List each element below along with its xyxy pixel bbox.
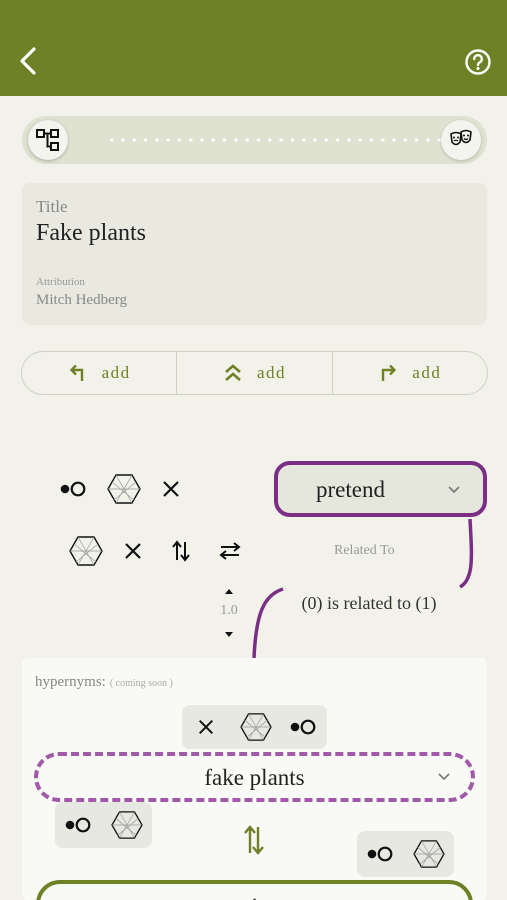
close-icon[interactable] xyxy=(161,479,181,499)
attribution-value[interactable]: Mitch Hedberg xyxy=(36,292,127,309)
hypernym-term-value: fake plants xyxy=(204,765,305,790)
chevron-left-icon xyxy=(20,47,36,75)
hypernyms-title: hypernyms: xyxy=(35,674,106,690)
hexagon-mesh-icon[interactable] xyxy=(107,473,141,505)
add-child-button[interactable]: add xyxy=(331,352,487,394)
term-toolbar-left xyxy=(55,802,152,848)
add-above-button[interactable]: add xyxy=(176,352,331,394)
relation-select-value: pretend xyxy=(316,477,385,502)
swap-horizontal-icon[interactable] xyxy=(218,540,242,562)
hexagon-mesh-icon[interactable] xyxy=(240,712,272,742)
progress-track[interactable] xyxy=(22,116,487,164)
help-button[interactable] xyxy=(464,48,492,76)
connector-lines xyxy=(252,518,474,659)
theater-masks-icon xyxy=(450,129,472,146)
swap-vertical-icon[interactable] xyxy=(170,539,192,563)
quote-card: Title Fake plants Attribution Mitch Hedb… xyxy=(22,183,487,325)
relation-description: (0) is related to (1) xyxy=(301,593,437,613)
chevron-down-icon xyxy=(448,486,460,494)
dot-circle-toggle-icon[interactable] xyxy=(58,479,90,499)
term-toolbar-top xyxy=(182,705,327,749)
hypernyms-panel: hypernyms:( coming soon ) fake plants . xyxy=(22,658,487,900)
turn-up-right-arrow-icon xyxy=(382,364,397,381)
hexagon-mesh-icon[interactable] xyxy=(69,535,103,567)
question-circle-icon xyxy=(465,49,491,75)
add-above-label: add xyxy=(256,363,287,382)
progress-dots xyxy=(106,138,446,142)
top-app-bar xyxy=(0,0,507,96)
title-value[interactable]: Fake plants xyxy=(36,220,146,247)
dot-circle-toggle-icon[interactable] xyxy=(365,844,397,864)
close-icon[interactable] xyxy=(197,718,215,736)
hypernyms-label: hypernyms:( coming soon ) xyxy=(35,674,173,691)
dot-circle-toggle-icon[interactable] xyxy=(288,717,320,737)
back-button[interactable] xyxy=(14,44,44,78)
theater-step-button[interactable] xyxy=(441,120,481,160)
add-child-label: add xyxy=(412,363,442,382)
term-toolbar-right xyxy=(357,831,454,877)
add-segmented-control: add add add xyxy=(21,351,488,395)
double-chevron-up-icon xyxy=(225,364,241,381)
hexagon-mesh-icon[interactable] xyxy=(413,839,445,869)
add-parent-label: add xyxy=(101,363,131,382)
swap-terms-icon[interactable] xyxy=(242,824,266,856)
turn-up-left-arrow-icon xyxy=(69,364,83,381)
weight-value: 1.0 xyxy=(220,603,238,618)
chevron-down-icon xyxy=(438,773,450,781)
dot-circle-toggle-icon[interactable] xyxy=(63,815,95,835)
coming-soon-note: ( coming soon ) xyxy=(109,678,173,689)
next-term-select[interactable]: . xyxy=(36,880,473,900)
attribution-label: Attribution xyxy=(36,276,85,288)
weight-increase-button[interactable] xyxy=(223,586,235,596)
add-parent-button[interactable]: add xyxy=(22,352,176,394)
weight-decrease-button[interactable] xyxy=(223,630,235,640)
structure-step-button[interactable] xyxy=(28,120,68,160)
hypernym-term-select[interactable]: fake plants xyxy=(34,752,475,802)
hexagon-mesh-icon[interactable] xyxy=(111,810,143,840)
title-label: Title xyxy=(36,197,68,216)
next-term-value: . xyxy=(251,882,258,900)
relation-select[interactable]: pretend xyxy=(274,461,487,517)
hierarchy-icon xyxy=(36,129,59,151)
close-icon[interactable] xyxy=(123,541,143,561)
